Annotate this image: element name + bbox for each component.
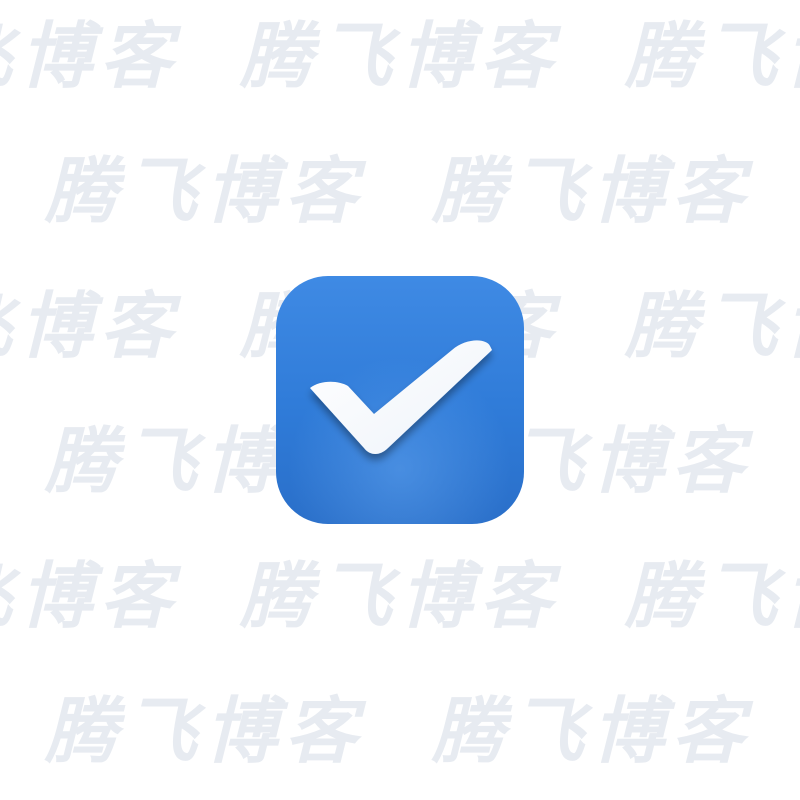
watermark-text: 腾飞博客 <box>625 14 800 98</box>
watermark-text: 腾飞博客 <box>625 284 800 368</box>
app-icon[interactable] <box>276 276 524 524</box>
watermark-text: 腾飞博客 <box>240 14 561 98</box>
watermark-text: 腾飞博客 <box>432 689 753 773</box>
watermark-text: 腾飞博客 <box>240 554 561 638</box>
checkmark-icon <box>276 276 524 524</box>
watermark-text: 腾飞博客 <box>45 149 366 233</box>
watermark-text: 腾飞博客 <box>0 284 181 368</box>
watermark-text: 腾飞博客 <box>625 554 800 638</box>
watermark-text: 腾飞博客 <box>0 14 181 98</box>
watermark-text: 腾飞博客 <box>0 554 181 638</box>
watermark-text: 腾飞博客 <box>45 689 366 773</box>
watermark-text: 腾飞博客 <box>432 149 753 233</box>
